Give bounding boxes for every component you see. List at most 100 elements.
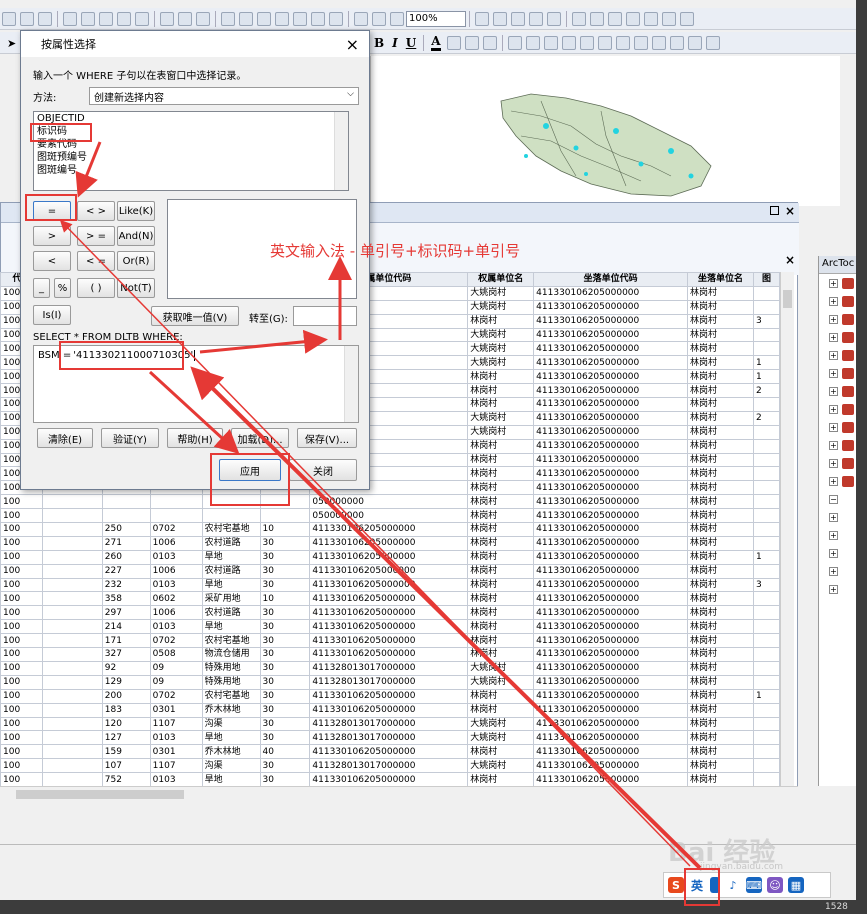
goto-input[interactable] [293,306,357,326]
edit-tool-icon[interactable] [20,11,34,26]
close-icon[interactable]: × [785,204,795,218]
where-clause-scrollbar[interactable] [344,346,358,422]
align-center-icon[interactable] [525,35,540,50]
save-button[interactable]: 保存(V)... [297,428,357,448]
expand-icon[interactable]: + [829,368,838,378]
line-color-icon[interactable] [464,35,479,50]
not-button[interactable]: Not(T) [117,278,155,298]
toc-tool-row[interactable]: + [819,526,856,544]
toc-tool-row[interactable]: + [819,364,856,382]
column-header[interactable]: 坐落单位名 [687,272,754,287]
like-button[interactable]: Like(K) [117,201,155,221]
expand-icon[interactable]: + [829,422,838,432]
table-row[interactable]: 100 107 1107 沟渠 30 411328013017000000 大姚岗村 4113… [0,758,780,774]
globe-icon[interactable] [644,11,658,26]
layout-view-icon[interactable] [475,11,489,26]
underline-icon[interactable]: U [406,36,416,50]
find-icon[interactable] [626,11,640,26]
verify-button[interactable]: 验证(Y) [101,428,159,448]
search-icon[interactable] [511,11,525,26]
table-row[interactable]: 100 271 1006 农村道路 30 411330106205000000 林岗村 411… [0,535,780,551]
field-item[interactable]: 图斑预编号 [34,151,348,164]
dialog-close-button[interactable]: × [346,35,359,54]
get-unique-values-button[interactable]: 获取唯一值(V) [151,306,239,326]
sketch-props-icon[interactable] [196,11,210,26]
zoom-in-icon[interactable] [354,11,368,26]
table-row[interactable]: 100 752 0103 旱地 30 411330106205000000 林岗村 41133… [0,772,780,787]
expand-icon[interactable]: + [829,296,838,306]
field-list[interactable]: OBJECTID 标识码 要素代码 图斑预编号 图斑编号 [33,111,349,191]
clear-button[interactable]: 清除(E) [37,428,93,448]
table-row[interactable]: 100 127 0103 旱地 30 411328013017000000 大姚岗村 4113… [0,730,780,746]
less-than-button[interactable]: < [33,251,71,271]
percent-button[interactable]: % [54,278,71,298]
help-button[interactable]: 帮助(H) [167,428,223,448]
skin-icon[interactable]: ☺ [767,877,783,893]
table-row[interactable]: 100050000000林岗村411330106205000000林岗村 [0,508,780,524]
expand-icon[interactable]: + [829,566,838,576]
table-vertical-scrollbar[interactable] [780,272,794,788]
where-clause-input[interactable]: BSM = '411330211000710305' [33,345,359,423]
open-icon[interactable] [239,11,253,26]
measure-icon[interactable] [590,11,604,26]
table-row[interactable]: 100 171 0702 农村宅基地 30 411330106205000000 林岗村 41… [0,633,780,649]
toc-tool-row[interactable]: + [819,292,856,310]
cut-icon[interactable] [293,11,307,26]
toc-tool-row[interactable]: + [819,580,856,598]
toc-tool-row[interactable]: + [819,274,856,292]
print-icon[interactable] [275,11,289,26]
table-row[interactable]: 100 92 09 特殊用地 30 411328013017000000 大姚岗村 41133… [0,660,780,676]
table-row[interactable]: 100 250 0702 农村宅基地 10 411330106205000000 林岗村 41… [0,522,780,537]
font-color-icon[interactable]: A [431,34,441,51]
table-row[interactable]: 100 260 0103 旱地 30 411330106205000000 林岗村 41133… [0,549,780,565]
undo-icon[interactable] [135,11,149,26]
greater-than-button[interactable]: > [33,226,71,246]
expand-icon[interactable]: + [829,458,838,468]
table-row[interactable]: 100 214 0103 旱地 30 411330106205000000 林岗村 41133… [0,619,780,635]
tools-icon[interactable]: ▦ [788,877,804,893]
not-equal-button[interactable]: < > [77,201,115,221]
method-select[interactable]: 创建新选择内容 ⌵ [89,87,359,105]
toc-tool-row[interactable]: + [819,382,856,400]
ungroup-icon[interactable] [579,35,594,50]
new-doc-icon[interactable] [221,11,235,26]
column-header[interactable]: 权属单位名 [467,272,535,287]
field-item[interactable]: 要素代码 [34,138,348,151]
toc-tool-row[interactable]: + [819,562,856,580]
or-button[interactable]: Or(R) [117,251,155,271]
italic-icon[interactable]: I [392,36,398,50]
copy-icon[interactable] [311,11,325,26]
table-row[interactable]: 100 358 0602 采矿用地 10 411330106205000000 林岗村 411… [0,591,780,607]
field-item-selected[interactable]: 标识码 [34,125,348,138]
paste-icon[interactable] [329,11,343,26]
rotate-icon[interactable] [651,35,666,50]
table-row[interactable]: 100 120 1107 沟渠 30 411328013017000000 大姚岗村 4113… [0,716,780,732]
is-button[interactable]: Is(I) [33,305,71,325]
snap-icon[interactable] [81,11,95,26]
toc-tool-row[interactable]: + [819,508,856,526]
scroll-thumb[interactable] [783,290,792,308]
column-header[interactable]: 图 [752,272,780,287]
table-row[interactable]: 100 297 1006 农村道路 30 411330106205000000 林岗村 411… [0,605,780,621]
marker-color-icon[interactable] [482,35,497,50]
close-icon[interactable]: × [785,253,795,267]
select-tool-icon[interactable] [2,11,16,26]
expand-icon[interactable]: + [829,404,838,414]
zoom-whole-icon[interactable] [705,35,720,50]
less-equal-button[interactable]: < = [77,251,115,271]
toc-tool-row[interactable]: + [819,418,856,436]
identify-icon[interactable] [608,11,622,26]
expand-icon[interactable]: + [829,278,838,288]
microphone-icon[interactable]: ♪ [725,877,741,893]
catalog-icon[interactable] [493,11,507,26]
table-icon[interactable] [160,11,174,26]
column-header[interactable]: 坐落单位代码 [533,272,689,287]
punctuation-icon[interactable] [710,877,720,893]
field-item[interactable]: OBJECTID [34,112,348,125]
keyboard-icon[interactable]: ⌨ [746,877,762,893]
maximize-icon[interactable] [770,206,779,215]
table-row[interactable]: 100 200 0702 农村宅基地 30 411330106205000000 林岗村 41… [0,688,780,704]
expand-icon[interactable]: + [829,476,838,486]
expand-icon[interactable]: + [829,512,838,522]
load-button[interactable]: 加载(D)... [231,428,289,448]
